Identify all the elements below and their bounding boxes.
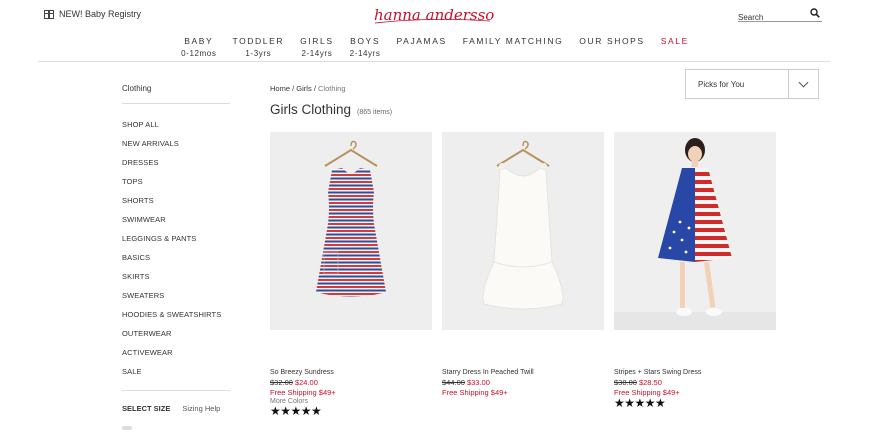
search-box[interactable] [738, 7, 822, 22]
product-price: $32.00 $24.00 [270, 378, 432, 387]
nav-sale[interactable]: SALE [653, 36, 697, 58]
brand-logo-wordmark: hanna andersson [374, 6, 504, 24]
sale-price: $33.00 [466, 378, 490, 387]
item-count: (865 items) [357, 109, 393, 116]
nav-boys[interactable]: BOYS 2-14yrs [342, 36, 389, 58]
sidebar-item-activewear[interactable]: ACTIVEWEAR [122, 348, 230, 367]
sidebar-title: Clothing [122, 84, 230, 104]
breadcrumb-home[interactable]: Home [270, 84, 290, 93]
product-name[interactable]: So Breezy Sundress [270, 369, 432, 376]
sidebar-divider [122, 390, 230, 391]
product-card[interactable]: So Breezy Sundress $32.00 $24.00 Free Shi… [270, 132, 432, 417]
sidebar-item-hoodies[interactable]: HOODIES & SWEATSHIRTS [122, 310, 230, 329]
sidebar-item-leggings-pants[interactable]: LEGGINGS & PANTS [122, 234, 230, 253]
category-list: SHOP ALL NEW ARRIVALS DRESSES TOPS SHORT… [122, 120, 230, 386]
striped-dress-image [316, 140, 386, 297]
breadcrumb-current: Clothing [318, 84, 346, 93]
breadcrumb: Home / Girls / Clothing [270, 84, 346, 93]
product-image[interactable] [442, 132, 604, 330]
nav-pajamas[interactable]: PAJAMAS [389, 36, 455, 58]
sidebar-item-tops[interactable]: TOPS [122, 177, 230, 196]
sidebar-item-sweaters[interactable]: SWEATERS [122, 291, 230, 310]
nav-baby[interactable]: BABY 0-12mos [173, 36, 224, 58]
baby-registry-link[interactable]: NEW! Baby Registry [44, 9, 141, 19]
category-sidebar: Clothing SHOP ALL NEW ARRIVALS DRESSES T… [122, 84, 230, 430]
sale-price: $28.50 [638, 378, 662, 387]
sidebar-item-shorts[interactable]: SHORTS [122, 196, 230, 215]
product-card[interactable]: Stripes + Stars Swing Dress $38.00 $28.50… [614, 132, 776, 409]
header-divider [38, 61, 830, 62]
nav-family-matching[interactable]: FAMILY MATCHING [455, 36, 572, 58]
main-nav: BABY 0-12mos TODDLER 1-3yrs GIRLS 2-14yrs B… [0, 36, 870, 58]
search-input[interactable] [738, 11, 806, 22]
product-name[interactable]: Starry Dress In Peached Twill [442, 369, 604, 376]
select-size-label[interactable]: SELECT SIZE [122, 404, 170, 413]
breadcrumb-girls[interactable]: Girls [296, 84, 311, 93]
page-title: Girls Clothing (865 items) [270, 102, 393, 117]
product-price: $44.00 $33.00 [442, 378, 604, 387]
shipping-note: Free Shipping $49+ [442, 388, 508, 397]
product-image[interactable] [270, 132, 432, 330]
rating-stars: ★★★★★ [270, 404, 322, 418]
sort-dropdown[interactable]: Picks for You [685, 69, 819, 99]
product-card[interactable]: Starry Dress In Peached Twill $44.00 $33.… [442, 132, 604, 397]
sidebar-item-outerwear[interactable]: OUTERWEAR [122, 329, 230, 348]
nav-our-shops[interactable]: OUR SHOPS [571, 36, 652, 58]
sidebar-item-swimwear[interactable]: SWIMWEAR [122, 215, 230, 234]
product-name[interactable]: Stripes + Stars Swing Dress [614, 369, 776, 376]
original-price: $32.00 [270, 378, 293, 387]
size-option[interactable] [122, 426, 132, 430]
chevron-down-icon [798, 77, 809, 87]
shipping-note: Free Shipping $49+ [270, 388, 336, 397]
sidebar-item-new-arrivals[interactable]: NEW ARRIVALS [122, 139, 230, 158]
nav-toddler[interactable]: TODDLER 1-3yrs [224, 36, 292, 58]
product-image[interactable] [614, 132, 776, 330]
size-filter-header: SELECT SIZE Sizing Help [122, 404, 230, 413]
gift-icon [44, 9, 54, 19]
brand-logo[interactable]: hanna andersson [372, 3, 504, 27]
sort-selected-value: Picks for You [698, 80, 745, 89]
original-price: $44.00 [442, 378, 465, 387]
sort-toggle[interactable] [788, 70, 818, 98]
flag-dress-image [614, 138, 776, 330]
sidebar-item-dresses[interactable]: DRESSES [122, 158, 230, 177]
product-price: $38.00 $28.50 [614, 378, 776, 387]
sidebar-item-shop-all[interactable]: SHOP ALL [122, 120, 230, 139]
white-dress-image [482, 140, 564, 310]
registry-label: NEW! Baby Registry [59, 9, 142, 19]
sizing-help-link[interactable]: Sizing Help [182, 404, 220, 413]
sale-price: $24.00 [294, 378, 318, 387]
sidebar-item-basics[interactable]: BASICS [122, 253, 230, 272]
nav-girls[interactable]: GIRLS 2-14yrs [292, 36, 342, 58]
search-icon[interactable] [810, 8, 820, 18]
original-price: $38.00 [614, 378, 637, 387]
sidebar-item-skirts[interactable]: SKIRTS [122, 272, 230, 291]
rating-stars: ★★★★★ [614, 396, 666, 410]
sidebar-item-sale[interactable]: SALE [122, 367, 230, 386]
